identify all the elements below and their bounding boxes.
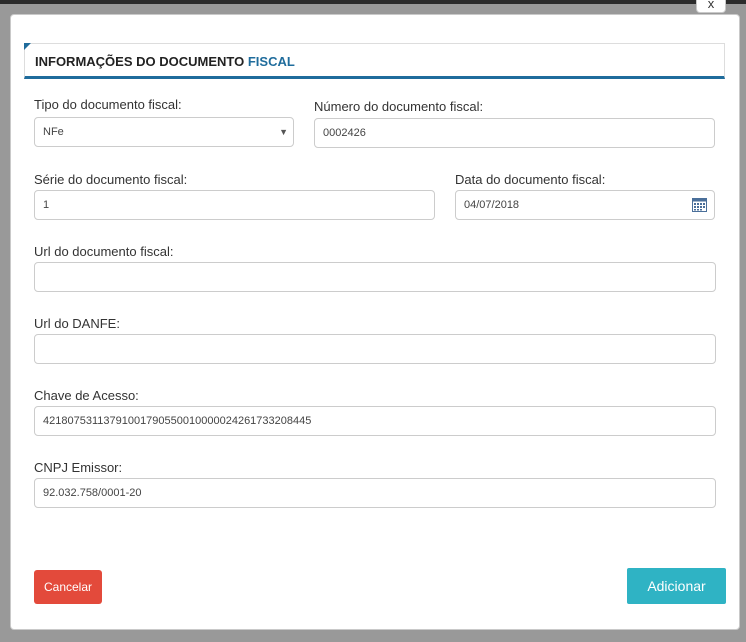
corner-marker bbox=[24, 43, 31, 50]
close-button[interactable]: x bbox=[696, 0, 726, 13]
serie-label: Série do documento fiscal: bbox=[34, 172, 188, 187]
chevron-down-icon: ▼ bbox=[279, 127, 288, 137]
chave-value: 4218075311379100179055001000002426173320… bbox=[43, 415, 312, 427]
cancel-button[interactable]: Cancelar bbox=[34, 570, 102, 604]
calendar-icon[interactable] bbox=[692, 198, 707, 212]
data-value: 04/07/2018 bbox=[464, 199, 520, 211]
cnpj-value: 92.032.758/0001-20 bbox=[43, 487, 142, 499]
url-danfe-field[interactable] bbox=[34, 334, 716, 364]
serie-value: 1 bbox=[43, 199, 50, 211]
add-button[interactable]: Adicionar bbox=[627, 568, 726, 604]
numero-field[interactable]: 0002426 bbox=[314, 118, 715, 148]
chave-label: Chave de Acesso: bbox=[34, 388, 139, 403]
top-bar bbox=[0, 0, 746, 4]
numero-label: Número do documento fiscal: bbox=[314, 99, 484, 114]
url-danfe-label: Url do DANFE: bbox=[34, 316, 120, 331]
data-field[interactable]: 04/07/2018 bbox=[455, 190, 715, 220]
tipo-label: Tipo do documento fiscal: bbox=[34, 97, 182, 112]
serie-field[interactable]: 1 bbox=[34, 190, 435, 220]
section-title-accent: FISCAL bbox=[247, 54, 295, 69]
tipo-value: NFe bbox=[43, 126, 64, 138]
chave-field[interactable]: 4218075311379100179055001000002426173320… bbox=[34, 406, 716, 436]
url-doc-field[interactable] bbox=[34, 262, 716, 292]
close-icon: x bbox=[707, 0, 715, 11]
section-title: INFORMAÇÕES DO DOCUMENTO FISCAL bbox=[35, 54, 295, 69]
url-doc-label: Url do documento fiscal: bbox=[34, 244, 174, 259]
numero-value: 0002426 bbox=[323, 127, 366, 139]
cnpj-field[interactable]: 92.032.758/0001-20 bbox=[34, 478, 716, 508]
section-title-main: INFORMAÇÕES DO DOCUMENTO bbox=[35, 54, 245, 69]
section-header: INFORMAÇÕES DO DOCUMENTO FISCAL bbox=[24, 43, 725, 79]
tipo-select[interactable]: NFe ▼ bbox=[34, 117, 294, 147]
cnpj-label: CNPJ Emissor: bbox=[34, 460, 123, 475]
data-label: Data do documento fiscal: bbox=[455, 172, 606, 187]
